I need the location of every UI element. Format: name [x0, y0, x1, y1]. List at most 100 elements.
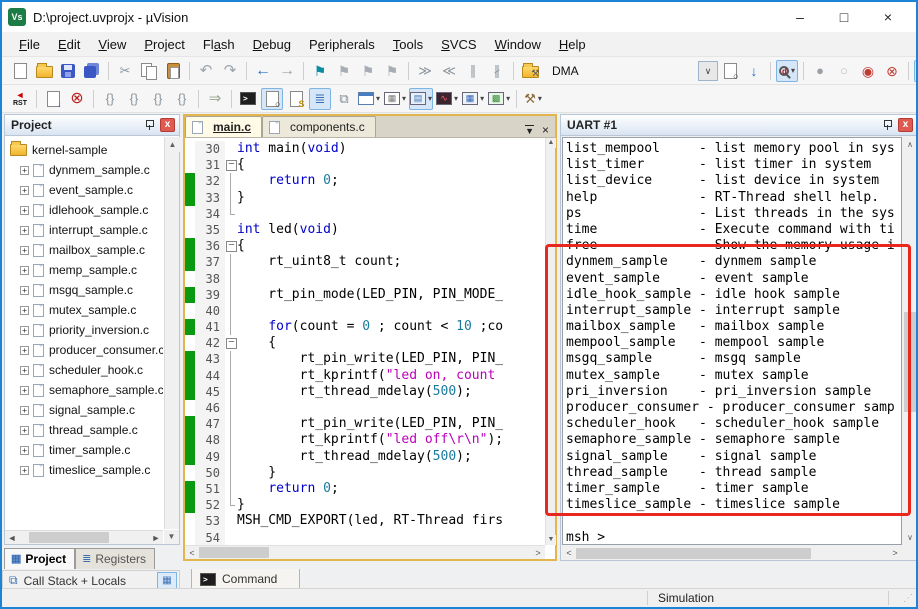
- uart-vertical-scrollbar[interactable]: ∧ ∨: [903, 137, 916, 545]
- tree-item-timer_sample-c[interactable]: + timer_sample.c: [6, 440, 163, 460]
- menu-peripherals[interactable]: Peripherals: [300, 34, 384, 55]
- tab-list-icon[interactable]: ▼: [525, 124, 534, 136]
- systemviewer-window-dropdown[interactable]: ▦ ▾: [461, 88, 485, 110]
- manage-target-button[interactable]: ⚒: [519, 60, 541, 82]
- kill-breakpoints-button[interactable]: ⊗: [881, 60, 903, 82]
- menu-flash[interactable]: Flash: [194, 34, 244, 55]
- toolbox-dropdown[interactable]: ⚒ ▾: [522, 88, 544, 110]
- editor-tab-components-c[interactable]: components.c: [262, 116, 376, 137]
- menu-tools[interactable]: Tools: [384, 34, 432, 55]
- expand-icon[interactable]: +: [20, 365, 29, 375]
- editor-horizontal-scrollbar[interactable]: < >: [185, 545, 545, 559]
- bookmark-toggle-button[interactable]: ⚑: [309, 60, 331, 82]
- go-button[interactable]: ⇒: [204, 88, 226, 110]
- minimize-button[interactable]: –: [778, 3, 822, 31]
- menu-view[interactable]: View: [89, 34, 135, 55]
- scroll-thumb[interactable]: [29, 532, 109, 543]
- breakpoint-filled-indicator[interactable]: ●: [809, 60, 831, 82]
- expand-icon[interactable]: +: [20, 225, 29, 235]
- redo-button[interactable]: ↷: [219, 60, 241, 82]
- new-file-button[interactable]: [9, 60, 31, 82]
- undo-button[interactable]: ↶: [195, 60, 217, 82]
- serial-window-dropdown[interactable]: ▤ ▾: [409, 87, 434, 110]
- tree-item-dynmem_sample-c[interactable]: + dynmem_sample.c: [6, 160, 163, 180]
- project-vertical-scrollbar[interactable]: ▲: [164, 137, 180, 529]
- scroll-left-icon[interactable]: <: [562, 548, 576, 558]
- callstack-window-button[interactable]: ⧉: [333, 88, 355, 110]
- find-next-button[interactable]: ↓: [743, 60, 765, 82]
- fold-collapse-icon[interactable]: [225, 335, 237, 351]
- toggle-breakpoint-button[interactable]: ◉: [857, 60, 879, 82]
- menu-project[interactable]: Project: [135, 34, 194, 55]
- run-button[interactable]: ↓: [42, 88, 64, 110]
- uncomment-button[interactable]: ∦: [486, 60, 508, 82]
- step-over-button[interactable]: {}: [123, 88, 145, 110]
- scroll-thumb[interactable]: [576, 547, 811, 559]
- expand-icon[interactable]: +: [20, 445, 29, 455]
- expand-icon[interactable]: +: [20, 205, 29, 215]
- cut-button[interactable]: ✂: [114, 60, 136, 82]
- scroll-thumb[interactable]: [904, 312, 916, 412]
- tree-item-msgq_sample-c[interactable]: + msgq_sample.c: [6, 280, 163, 300]
- close-button[interactable]: ×: [866, 3, 910, 31]
- menu-svcs[interactable]: SVCS: [432, 34, 485, 55]
- stop-button[interactable]: ⊗: [66, 88, 88, 110]
- reset-button[interactable]: ◄ RST: [9, 88, 31, 110]
- indent-left-button[interactable]: ≪: [438, 60, 460, 82]
- expand-icon[interactable]: +: [20, 405, 29, 415]
- disassembly-window-button[interactable]: ○: [261, 87, 283, 110]
- registers-window-button[interactable]: ≣: [309, 87, 331, 110]
- logicanalyzer-window-dropdown[interactable]: ▩ ▾: [487, 88, 511, 110]
- fold-collapse-icon[interactable]: [225, 238, 237, 254]
- expand-icon[interactable]: +: [20, 385, 29, 395]
- tree-item-memp_sample-c[interactable]: + memp_sample.c: [6, 260, 163, 280]
- expand-icon[interactable]: +: [20, 305, 29, 315]
- tree-item-semaphore_sample-c[interactable]: + semaphore_sample.c: [6, 380, 163, 400]
- step-into-button[interactable]: {}: [99, 88, 121, 110]
- menu-debug[interactable]: Debug: [244, 34, 300, 55]
- scroll-left-icon[interactable]: ◄: [5, 533, 19, 543]
- pin-icon[interactable]: [145, 120, 154, 130]
- indent-right-button[interactable]: ≫: [414, 60, 436, 82]
- paste-button[interactable]: [162, 60, 184, 82]
- scroll-down-icon[interactable]: ▼: [164, 530, 179, 544]
- close-document-icon[interactable]: ×: [542, 123, 549, 137]
- menu-window[interactable]: Window: [486, 34, 550, 55]
- tree-item-interrupt_sample-c[interactable]: + interrupt_sample.c: [6, 220, 163, 240]
- maximize-button[interactable]: □: [822, 3, 866, 31]
- expand-icon[interactable]: +: [20, 185, 29, 195]
- expand-icon[interactable]: +: [20, 465, 29, 475]
- expand-icon[interactable]: +: [20, 325, 29, 335]
- project-close-icon[interactable]: x: [160, 118, 175, 132]
- quick-search-dropdown[interactable]: d ▾: [776, 59, 798, 82]
- tree-item-priority_inversion-c[interactable]: + priority_inversion.c: [6, 320, 163, 340]
- project-horizontal-scrollbar[interactable]: ◄ ►: [5, 530, 163, 544]
- scroll-right-icon[interactable]: >: [888, 548, 902, 558]
- breakpoint-empty-indicator[interactable]: ○: [833, 60, 855, 82]
- expand-icon[interactable]: +: [20, 265, 29, 275]
- code-area[interactable]: 30int main(void)31{32 return 0;33}3435in…: [185, 138, 545, 545]
- menu-help[interactable]: Help: [550, 34, 595, 55]
- expand-icon[interactable]: +: [20, 245, 29, 255]
- find-in-files-button[interactable]: ○: [719, 60, 741, 82]
- project-tree[interactable]: kernel-sample + dynmem_sample.c + event_samp…: [6, 137, 163, 529]
- tree-item-mailbox_sample-c[interactable]: + mailbox_sample.c: [6, 240, 163, 260]
- scroll-up-icon[interactable]: ▲: [546, 138, 556, 148]
- tree-item-producer_consumer-c[interactable]: + producer_consumer.c: [6, 340, 163, 360]
- scroll-up-icon[interactable]: ▲: [165, 137, 180, 152]
- uart-horizontal-scrollbar[interactable]: < >: [562, 546, 902, 560]
- grid-button[interactable]: ▦: [157, 572, 177, 589]
- bookmark-clear-button[interactable]: ⚑: [381, 60, 403, 82]
- menu-edit[interactable]: Edit: [49, 34, 89, 55]
- tree-root-kernel-sample[interactable]: kernel-sample: [6, 140, 163, 160]
- target-select-value[interactable]: [546, 63, 696, 78]
- scroll-up-icon[interactable]: ∧: [903, 137, 916, 152]
- open-button[interactable]: [33, 60, 55, 82]
- scroll-right-icon[interactable]: >: [531, 548, 545, 558]
- tree-item-timeslice_sample-c[interactable]: + timeslice_sample.c: [6, 460, 163, 480]
- watch-window-dropdown[interactable]: ▾: [357, 88, 381, 110]
- expand-icon[interactable]: +: [20, 345, 29, 355]
- fold-collapse-icon[interactable]: [225, 157, 237, 173]
- navigate-forward-button[interactable]: →: [276, 60, 298, 82]
- symbol-window-button[interactable]: S: [285, 88, 307, 110]
